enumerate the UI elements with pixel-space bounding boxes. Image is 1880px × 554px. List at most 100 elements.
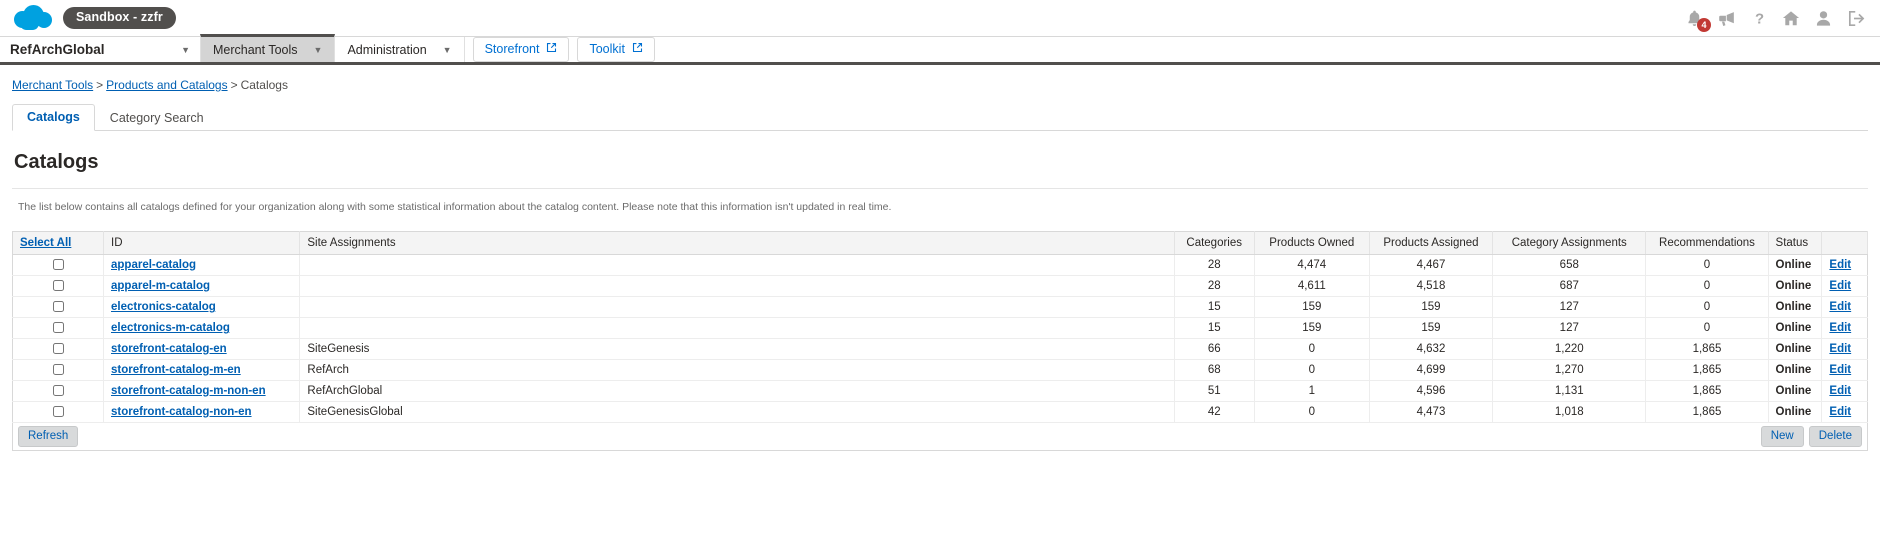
- edit-link[interactable]: Edit: [1829, 364, 1851, 376]
- user-profile-icon[interactable]: [1814, 9, 1833, 28]
- table-row: storefront-catalog-non-en SiteGenesisGlob…: [12, 401, 1868, 423]
- page-content: Merchant Tools > Products and Catalogs > Cat…: [0, 65, 1880, 451]
- row-products-assigned: 4,632: [1369, 338, 1494, 360]
- row-site-assignments: SiteGenesis: [299, 338, 1175, 360]
- row-id-cell: electronics-m-catalog: [103, 317, 301, 339]
- home-icon[interactable]: [1781, 9, 1801, 28]
- catalogs-table: Select All ID Site Assignments Categorie…: [12, 231, 1868, 423]
- salesforce-cloud-logo[interactable]: [14, 5, 52, 31]
- row-edit-cell: Edit: [1821, 254, 1868, 276]
- row-status: Online: [1768, 296, 1823, 318]
- page-description: The list below contains all catalogs def…: [18, 201, 892, 213]
- catalog-id-link[interactable]: electronics-catalog: [111, 301, 216, 313]
- breadcrumb-item-merchant-tools[interactable]: Merchant Tools: [12, 78, 93, 92]
- row-site-assignments: [299, 296, 1175, 318]
- row-site-assignments: RefArchGlobal: [299, 380, 1175, 402]
- row-status: Online: [1768, 359, 1823, 381]
- toolkit-button[interactable]: Toolkit: [577, 37, 655, 62]
- edit-link[interactable]: Edit: [1829, 301, 1851, 313]
- catalog-id-link[interactable]: storefront-catalog-non-en: [111, 406, 252, 418]
- row-category-assignments: 1,131: [1492, 380, 1647, 402]
- row-status: Online: [1768, 401, 1823, 423]
- row-products-owned: 159: [1254, 317, 1370, 339]
- row-checkbox[interactable]: [52, 280, 64, 292]
- row-products-assigned: 4,596: [1369, 380, 1494, 402]
- row-checkbox[interactable]: [52, 343, 64, 355]
- storefront-button[interactable]: Storefront: [472, 37, 570, 62]
- row-category-assignments: 127: [1492, 296, 1647, 318]
- breadcrumb-separator: >: [230, 78, 238, 92]
- row-recommendations: 0: [1645, 275, 1769, 297]
- help-question-icon[interactable]: ?: [1751, 9, 1768, 28]
- edit-link[interactable]: Edit: [1829, 385, 1851, 397]
- row-products-assigned: 159: [1369, 317, 1494, 339]
- page-title: Catalogs: [14, 151, 99, 173]
- row-edit-cell: Edit: [1821, 296, 1868, 318]
- row-id-cell: storefront-catalog-m-en: [103, 359, 301, 381]
- nav-item-merchant-tools[interactable]: Merchant Tools ▼: [200, 34, 336, 62]
- refresh-button[interactable]: Refresh: [18, 425, 79, 448]
- row-recommendations: 1,865: [1645, 359, 1769, 381]
- row-products-owned: 4,611: [1254, 275, 1370, 297]
- edit-link[interactable]: Edit: [1829, 259, 1851, 271]
- catalogs-table-header: Select All ID Site Assignments Categorie…: [12, 231, 1868, 255]
- tab-catalogs[interactable]: Catalogs: [12, 104, 95, 131]
- delete-button[interactable]: Delete: [1808, 425, 1862, 448]
- org-selector-label: RefArchGlobal: [10, 42, 105, 57]
- row-checkbox[interactable]: [52, 364, 64, 376]
- nav-item-administration-label: Administration: [347, 42, 427, 57]
- edit-link[interactable]: Edit: [1829, 322, 1851, 334]
- row-id-cell: storefront-catalog-m-non-en: [103, 380, 301, 402]
- row-checkbox[interactable]: [52, 322, 64, 334]
- row-recommendations: 1,865: [1645, 380, 1769, 402]
- row-recommendations: 0: [1645, 317, 1769, 339]
- catalog-id-link[interactable]: apparel-catalog: [111, 259, 196, 271]
- row-edit-cell: Edit: [1821, 380, 1868, 402]
- catalog-id-link[interactable]: storefront-catalog-m-non-en: [111, 385, 266, 397]
- row-checkbox[interactable]: [52, 385, 64, 397]
- row-id-cell: storefront-catalog-non-en: [103, 401, 301, 423]
- select-all-link[interactable]: Select All: [20, 237, 71, 249]
- row-products-owned: 0: [1254, 338, 1370, 360]
- bell-icon[interactable]: 4: [1685, 9, 1711, 32]
- column-header-status: Status: [1768, 231, 1823, 255]
- tab-category-search[interactable]: Category Search: [95, 105, 219, 131]
- row-category-assignments: 658: [1492, 254, 1647, 276]
- title-divider: [12, 188, 1868, 189]
- row-categories: 28: [1174, 254, 1255, 276]
- breadcrumb: Merchant Tools > Products and Catalogs > Cat…: [12, 65, 1868, 98]
- row-recommendations: 0: [1645, 296, 1769, 318]
- column-header-products-assigned: Products Assigned: [1369, 231, 1494, 255]
- nav-item-administration[interactable]: Administration ▼: [335, 37, 465, 62]
- catalog-id-link[interactable]: storefront-catalog-m-en: [111, 364, 241, 376]
- row-products-assigned: 159: [1369, 296, 1494, 318]
- row-checkbox-cell: [12, 317, 104, 339]
- row-checkbox-cell: [12, 254, 104, 276]
- row-checkbox-cell: [12, 275, 104, 297]
- row-site-assignments: [299, 254, 1175, 276]
- catalog-id-link[interactable]: apparel-m-catalog: [111, 280, 210, 292]
- edit-link[interactable]: Edit: [1829, 343, 1851, 355]
- row-checkbox[interactable]: [52, 301, 64, 313]
- row-checkbox[interactable]: [52, 259, 64, 271]
- new-button[interactable]: New: [1760, 425, 1804, 448]
- storefront-button-label: Storefront: [484, 42, 540, 56]
- table-footer-bar: Refresh New Delete: [12, 423, 1868, 451]
- org-selector[interactable]: RefArchGlobal ▼: [0, 37, 200, 62]
- edit-link[interactable]: Edit: [1829, 406, 1851, 418]
- row-checkbox[interactable]: [52, 406, 64, 418]
- megaphone-icon[interactable]: [1717, 9, 1738, 28]
- row-products-assigned: 4,518: [1369, 275, 1494, 297]
- catalog-id-link[interactable]: storefront-catalog-en: [111, 343, 227, 355]
- row-products-assigned: 4,473: [1369, 401, 1494, 423]
- row-status: Online: [1768, 275, 1823, 297]
- bell-badge-count: 4: [1697, 17, 1711, 32]
- table-row: storefront-catalog-m-non-en RefArchGlobal…: [12, 380, 1868, 402]
- logout-icon[interactable]: [1846, 9, 1866, 28]
- row-category-assignments: 1,018: [1492, 401, 1647, 423]
- edit-link[interactable]: Edit: [1829, 280, 1851, 292]
- breadcrumb-item-products-and-catalogs[interactable]: Products and Catalogs: [106, 78, 227, 92]
- catalog-id-link[interactable]: electronics-m-catalog: [111, 322, 230, 334]
- row-categories: 15: [1174, 296, 1255, 318]
- tab-bar: Catalogs Category Search: [12, 104, 1868, 131]
